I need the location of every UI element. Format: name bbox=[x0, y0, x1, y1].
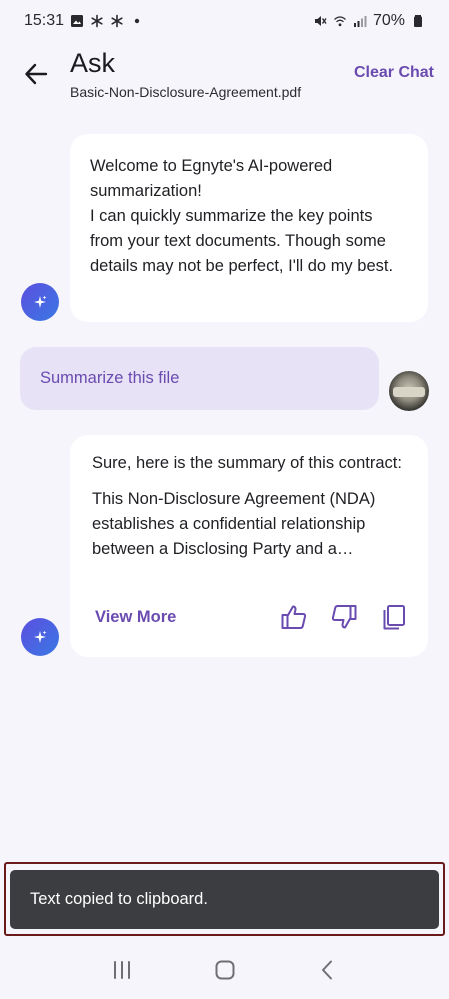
status-time: 15:31 bbox=[24, 12, 65, 29]
snackbar-text: Text copied to clipboard. bbox=[30, 890, 208, 908]
thumbs-up-button[interactable] bbox=[280, 603, 308, 631]
sparkle-icon bbox=[34, 630, 47, 643]
dot-icon bbox=[130, 14, 144, 28]
assistant-avatar bbox=[21, 618, 59, 656]
status-left: 15:31 bbox=[24, 12, 144, 30]
thumbs-down-button[interactable] bbox=[330, 603, 358, 631]
snackbar: Text copied to clipboard. bbox=[10, 870, 439, 929]
app-header: Ask Basic-Non-Disclosure-Agreement.pdf C… bbox=[0, 42, 449, 112]
thumbs-up-icon bbox=[281, 605, 307, 629]
wifi-icon bbox=[333, 14, 347, 28]
copy-button[interactable] bbox=[380, 603, 408, 631]
copy-icon bbox=[383, 605, 405, 630]
recent-apps-button[interactable] bbox=[102, 950, 142, 990]
welcome-text: Welcome to Egnyte's AI-powered summariza… bbox=[90, 157, 394, 275]
page-title: Ask bbox=[70, 48, 116, 78]
thumbs-down-icon bbox=[331, 605, 357, 629]
status-bar: 15:31 70% bbox=[0, 0, 449, 42]
back-nav-button[interactable] bbox=[308, 950, 348, 990]
asterisk-icon bbox=[110, 14, 124, 28]
back-button[interactable] bbox=[18, 56, 54, 92]
battery-percent: 70% bbox=[372, 12, 405, 29]
user-avatar bbox=[389, 371, 429, 411]
summary-text: This Non-Disclosure Agreement (NDA) esta… bbox=[92, 490, 376, 558]
bot-message-summary: Sure, here is the summary of this contra… bbox=[70, 435, 428, 657]
file-name: Basic-Non-Disclosure-Agreement.pdf bbox=[70, 84, 302, 100]
summary-intro: Sure, here is the summary of this contra… bbox=[92, 454, 402, 472]
mute-icon bbox=[313, 14, 327, 28]
battery-icon bbox=[411, 14, 425, 28]
status-right: 70% bbox=[313, 12, 425, 30]
signal-icon bbox=[353, 14, 367, 28]
sparkle-icon bbox=[34, 295, 47, 308]
arrow-left-icon bbox=[25, 63, 48, 85]
clear-chat-button[interactable]: Clear Chat bbox=[354, 64, 434, 82]
system-nav-bar bbox=[0, 940, 449, 999]
recent-apps-icon bbox=[113, 960, 130, 979]
user-message: Summarize this file bbox=[20, 347, 379, 410]
assistant-avatar bbox=[21, 283, 59, 321]
asterisk-icon bbox=[90, 14, 104, 28]
chevron-left-icon bbox=[321, 960, 332, 979]
user-message-text: Summarize this file bbox=[40, 369, 180, 387]
home-icon bbox=[215, 960, 234, 979]
avatar-photo bbox=[393, 387, 425, 397]
message-actions bbox=[280, 603, 408, 631]
image-icon bbox=[70, 14, 84, 28]
bot-message-welcome: Welcome to Egnyte's AI-powered summariza… bbox=[70, 134, 428, 322]
home-button[interactable] bbox=[205, 950, 245, 990]
view-more-button[interactable]: View More bbox=[95, 608, 176, 627]
